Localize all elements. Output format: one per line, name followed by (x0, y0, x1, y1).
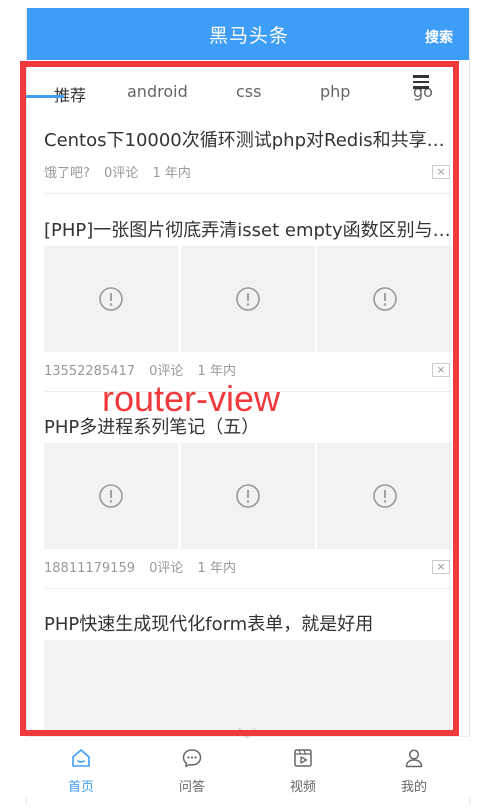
article-comments: 0评论 (149, 364, 184, 379)
close-icon[interactable]: × (432, 560, 450, 574)
article-meta: 18811179159 0评论 1 年内 (44, 557, 246, 576)
image-error-icon (372, 287, 397, 311)
tabbar-label: 视频 (289, 780, 316, 795)
bottom-tabbar: 首页 问答 视频 我的 (26, 736, 470, 797)
router-view-annotation-label: router-view (102, 378, 281, 419)
article-item[interactable]: PHP快速生成现代化form表单，就是好用 (44, 610, 452, 740)
article-author: 13552285417 (44, 364, 135, 379)
article-comments: 0评论 (149, 561, 184, 576)
tabbar-label: 我的 (400, 780, 427, 795)
tabbar-item-qa[interactable]: 问答 (152, 737, 232, 798)
video-icon (294, 749, 312, 767)
image-error-icon (236, 484, 260, 508)
search-button[interactable]: 搜索 (425, 27, 453, 47)
image-error-icon (236, 287, 260, 311)
image-placeholder (181, 443, 315, 549)
article-comments: 0评论 (104, 166, 139, 181)
active-tab-indicator (24, 95, 64, 98)
close-icon[interactable]: × (432, 165, 450, 179)
image-placeholder (317, 246, 452, 352)
article-time: 1 年内 (197, 561, 236, 576)
article-item[interactable]: Centos下10000次循环测试php对Redis和共享内存(shm)读写效率… (44, 126, 452, 196)
article-item[interactable]: [PHP]一张图片彻底弄清isset empty函数区别与用法 13552285… (44, 216, 452, 392)
article-title: Centos下10000次循环测试php对Redis和共享内存(shm)读写效率 (44, 130, 452, 151)
article-title: [PHP]一张图片彻底弄清isset empty函数区别与用法 (44, 220, 452, 241)
tab-php[interactable]: php (320, 82, 350, 101)
divider (44, 588, 452, 589)
chat-icon (182, 749, 202, 768)
image-placeholder (44, 246, 178, 352)
image-placeholder (181, 246, 315, 352)
tabs-fade-overlay (395, 62, 413, 98)
article-author: 饿了吧? (44, 166, 90, 181)
page-title: 黑马头条 (208, 25, 289, 47)
hamburger-menu-icon[interactable] (413, 75, 429, 89)
tabbar-item-video[interactable]: 视频 (263, 737, 343, 798)
article-title: PHP快速生成现代化form表单，就是好用 (44, 614, 374, 635)
image-error-icon (99, 484, 123, 508)
tabbar-item-mine[interactable]: 我的 (374, 737, 454, 798)
image-placeholder (317, 443, 452, 549)
tab-android[interactable]: android (127, 82, 188, 101)
article-meta: 饿了吧? 0评论 1 年内 (44, 162, 201, 181)
image-placeholder (44, 443, 178, 549)
tab-recommend[interactable]: 推荐 (54, 82, 86, 106)
divider (44, 193, 452, 194)
tab-css[interactable]: css (236, 82, 261, 101)
image-error-icon (372, 484, 397, 508)
loading-icon (238, 727, 256, 739)
article-time: 1 年内 (152, 166, 191, 181)
article-meta: 13552285417 0评论 1 年内 (44, 360, 246, 379)
image-error-icon (99, 287, 123, 311)
article-time: 1 年内 (197, 364, 236, 379)
tabbar-item-home[interactable]: 首页 (41, 737, 121, 798)
tabbar-label: 首页 (67, 780, 94, 795)
article-author: 18811179159 (44, 561, 135, 576)
home-icon (72, 749, 90, 767)
article-item[interactable]: PHP多进程系列笔记（五） 18811179159 0评论 1 年内 × (44, 413, 452, 589)
user-icon (405, 749, 423, 768)
tabbar-label: 问答 (178, 780, 205, 795)
close-icon[interactable]: × (432, 363, 450, 377)
image-placeholder (44, 640, 452, 740)
navbar: 黑马头条 搜索 (27, 8, 469, 60)
